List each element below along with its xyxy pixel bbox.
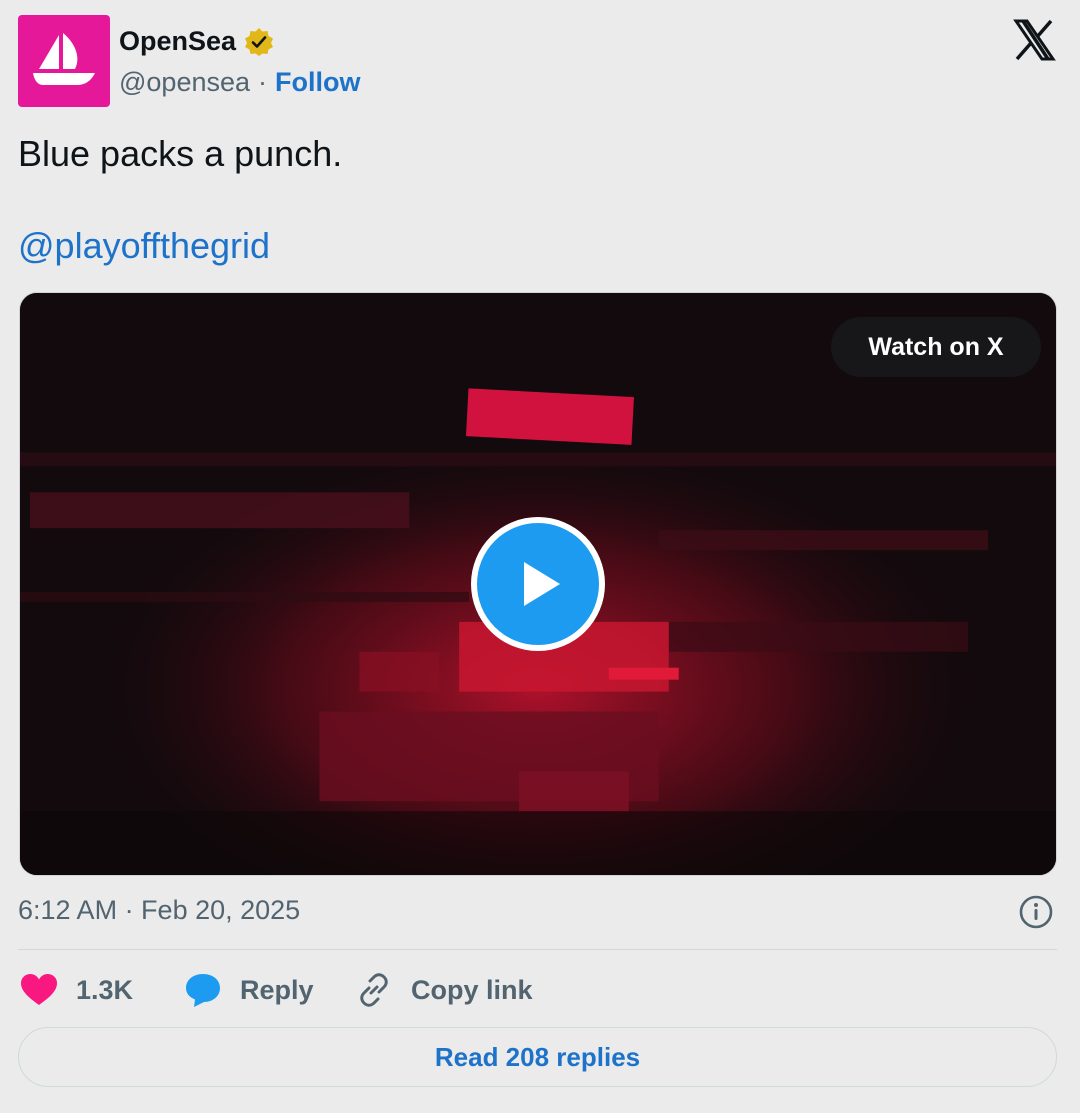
author-handle[interactable]: @opensea: [119, 67, 250, 98]
author-handle-row: @opensea · Follow: [119, 67, 361, 98]
watch-on-x-button[interactable]: Watch on X: [831, 317, 1041, 377]
video-player[interactable]: Watch on X: [19, 292, 1057, 876]
separator: ·: [258, 67, 268, 97]
divider: [18, 949, 1057, 950]
copy-link-label: Copy link: [411, 974, 533, 1005]
mention-link[interactable]: @playoffthegrid: [18, 225, 270, 267]
like-button[interactable]: 1.3K: [20, 968, 133, 1012]
author-name-row: OpenSea: [119, 26, 274, 57]
tweet-timestamp[interactable]: 6:12 AM · Feb 20, 2025: [18, 895, 300, 926]
reply-button[interactable]: Reply: [184, 968, 314, 1012]
verified-badge-icon: [244, 27, 274, 57]
heart-icon: [21, 974, 57, 1005]
author-name[interactable]: OpenSea: [119, 26, 236, 57]
like-count: 1.3K: [76, 974, 134, 1005]
x-logo-icon[interactable]: [1012, 18, 1056, 62]
tweet-text: Blue packs a punch.: [18, 133, 343, 174]
avatar[interactable]: [18, 15, 110, 107]
opensea-ship-icon: [33, 33, 95, 85]
reply-label: Reply: [240, 974, 314, 1005]
copy-link-button[interactable]: Copy link: [355, 968, 533, 1012]
play-button[interactable]: [471, 517, 605, 651]
link-icon: [360, 973, 388, 1007]
info-icon[interactable]: [1018, 894, 1054, 930]
read-replies-button[interactable]: Read 208 replies: [18, 1027, 1057, 1087]
follow-button[interactable]: Follow: [275, 67, 360, 98]
reply-bubble-icon: [186, 974, 220, 1007]
play-icon: [477, 523, 599, 645]
